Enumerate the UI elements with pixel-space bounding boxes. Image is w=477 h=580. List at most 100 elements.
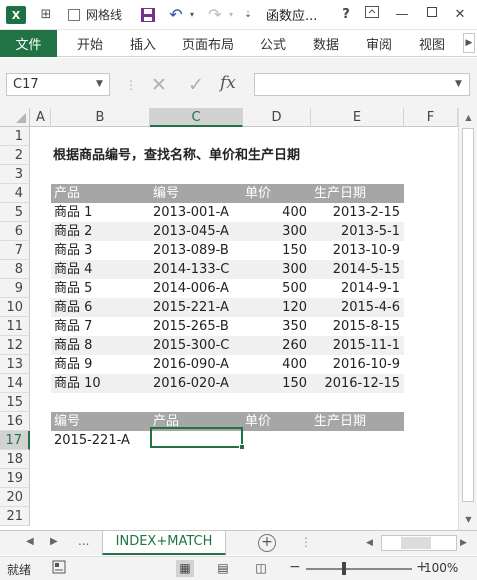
table-header-cell[interactable]: 单价 (243, 184, 311, 203)
page-layout-view-icon[interactable]: ▤ (214, 560, 232, 577)
price-cell[interactable]: 300 (243, 260, 311, 279)
product-id-cell[interactable]: 2014-006-A (150, 279, 243, 298)
column-header-c[interactable]: C (150, 108, 243, 127)
macro-record-icon[interactable] (50, 560, 68, 577)
price-cell[interactable]: 400 (243, 203, 311, 222)
row-header[interactable]: 21 (0, 507, 30, 526)
sheet-title[interactable]: 根据商品编号，查找名称、单价和生产日期 (53, 146, 300, 165)
horizontal-scroll-thumb[interactable] (401, 537, 431, 549)
production-date-cell[interactable]: 2013-5-1 (311, 222, 404, 241)
product-name-cell[interactable]: 商品 10 (51, 374, 150, 393)
table-header-cell[interactable]: 生产日期 (311, 184, 404, 203)
product-id-cell[interactable]: 2014-133-C (150, 260, 243, 279)
row-header[interactable]: 9 (0, 279, 30, 298)
prev-sheet-icon[interactable]: ◀ (26, 536, 34, 547)
row-header[interactable]: 15 (0, 393, 30, 412)
lookup-id-cell[interactable]: 2015-221-A (54, 431, 130, 450)
formula-expand-icon[interactable]: ▼ (455, 79, 462, 89)
tab-home[interactable]: 开始 (77, 34, 103, 53)
product-id-cell[interactable]: 2013-045-A (150, 222, 243, 241)
vertical-scrollbar[interactable]: ▲ ▼ (458, 108, 477, 531)
normal-view-icon[interactable]: ▦ (176, 560, 194, 577)
close-icon[interactable]: ✕ (450, 6, 470, 24)
production-date-cell[interactable]: 2016-10-9 (311, 355, 404, 374)
row-header[interactable]: 10 (0, 298, 30, 317)
production-date-cell[interactable]: 2015-4-6 (311, 298, 404, 317)
product-name-cell[interactable]: 商品 7 (51, 317, 150, 336)
lookup-date-cell[interactable] (311, 431, 404, 450)
row-header[interactable]: 11 (0, 317, 30, 336)
row-header[interactable]: 4 (0, 184, 30, 203)
sheet-tab-index-match[interactable]: INDEX+MATCH (102, 531, 226, 555)
row-header[interactable]: 19 (0, 469, 30, 488)
row-header[interactable]: 8 (0, 260, 30, 279)
redo-icon[interactable]: ↷ (207, 7, 223, 23)
lookup-header-cell[interactable]: 编号 (51, 412, 150, 431)
production-date-cell[interactable]: 2015-11-1 (311, 336, 404, 355)
lookup-price-cell[interactable] (243, 431, 311, 450)
product-id-cell[interactable]: 2013-089-B (150, 241, 243, 260)
save-icon[interactable] (140, 7, 156, 23)
help-button[interactable]: ? (336, 6, 356, 24)
row-header[interactable]: 6 (0, 222, 30, 241)
tab-formulas[interactable]: 公式 (260, 34, 286, 53)
product-id-cell[interactable]: 2015-300-C (150, 336, 243, 355)
name-box[interactable]: C17 (6, 73, 110, 96)
price-cell[interactable]: 400 (243, 355, 311, 374)
undo-icon[interactable]: ↶ (168, 7, 184, 23)
product-name-cell[interactable]: 商品 2 (51, 222, 150, 241)
product-name-cell[interactable]: 商品 4 (51, 260, 150, 279)
name-box-dropdown-icon[interactable]: ▼ (96, 79, 103, 89)
grid-icon[interactable]: ⊞ (38, 7, 54, 23)
next-sheet-icon[interactable]: ▶ (50, 536, 58, 547)
row-header[interactable]: 7 (0, 241, 30, 260)
production-date-cell[interactable]: 2015-8-15 (311, 317, 404, 336)
add-sheet-button[interactable]: + (258, 534, 276, 552)
redo-dropdown-icon[interactable]: ▾ (223, 7, 239, 23)
customize-icon[interactable]: ⇣ (240, 7, 256, 23)
production-date-cell[interactable]: 2013-2-15 (311, 203, 404, 222)
scroll-left-icon[interactable]: ◀ (366, 538, 373, 548)
tab-file[interactable]: 文件 (0, 30, 57, 57)
product-name-cell[interactable]: 商品 9 (51, 355, 150, 374)
select-all-corner[interactable] (0, 108, 30, 127)
insert-function-icon[interactable]: fx (220, 73, 236, 93)
price-cell[interactable]: 120 (243, 298, 311, 317)
row-header[interactable]: 16 (0, 412, 30, 431)
formula-input[interactable] (254, 73, 470, 96)
tab-grip-icon[interactable]: ⋮ (300, 535, 312, 549)
production-date-cell[interactable]: 2014-5-15 (311, 260, 404, 279)
vertical-scroll-thumb[interactable] (462, 128, 474, 502)
product-id-cell[interactable]: 2013-001-A (150, 203, 243, 222)
product-id-cell[interactable]: 2016-090-A (150, 355, 243, 374)
price-cell[interactable]: 350 (243, 317, 311, 336)
scroll-down-icon[interactable]: ▼ (463, 514, 474, 526)
row-header[interactable]: 12 (0, 336, 30, 355)
tab-review[interactable]: 审阅 (366, 34, 392, 53)
fill-handle[interactable] (239, 444, 245, 450)
row-header[interactable]: 13 (0, 355, 30, 374)
scroll-right-icon[interactable]: ▶ (460, 538, 467, 548)
price-cell[interactable]: 500 (243, 279, 311, 298)
table-header-cell[interactable]: 产品 (51, 184, 150, 203)
product-name-cell[interactable]: 商品 3 (51, 241, 150, 260)
column-header-e[interactable]: E (311, 108, 404, 127)
product-name-cell[interactable]: 商品 1 (51, 203, 150, 222)
tab-view[interactable]: 视图 (419, 34, 445, 53)
row-header[interactable]: 1 (0, 127, 30, 146)
zoom-slider[interactable] (306, 568, 412, 570)
production-date-cell[interactable]: 2014-9-1 (311, 279, 404, 298)
table-header-cell[interactable]: 编号 (150, 184, 243, 203)
row-header[interactable]: 20 (0, 488, 30, 507)
ribbon-display-icon[interactable] (362, 6, 382, 24)
scroll-up-icon[interactable]: ▲ (463, 112, 474, 124)
page-break-view-icon[interactable]: ◫ (252, 560, 270, 577)
row-header[interactable]: 5 (0, 203, 30, 222)
price-cell[interactable]: 150 (243, 374, 311, 393)
product-name-cell[interactable]: 商品 5 (51, 279, 150, 298)
ribbon-scroll-right-icon[interactable]: ▶ (463, 33, 475, 53)
lookup-header-cell[interactable]: 生产日期 (311, 412, 404, 431)
price-cell[interactable]: 150 (243, 241, 311, 260)
tab-insert[interactable]: 插入 (130, 34, 156, 53)
tab-page-layout[interactable]: 页面布局 (182, 34, 234, 53)
